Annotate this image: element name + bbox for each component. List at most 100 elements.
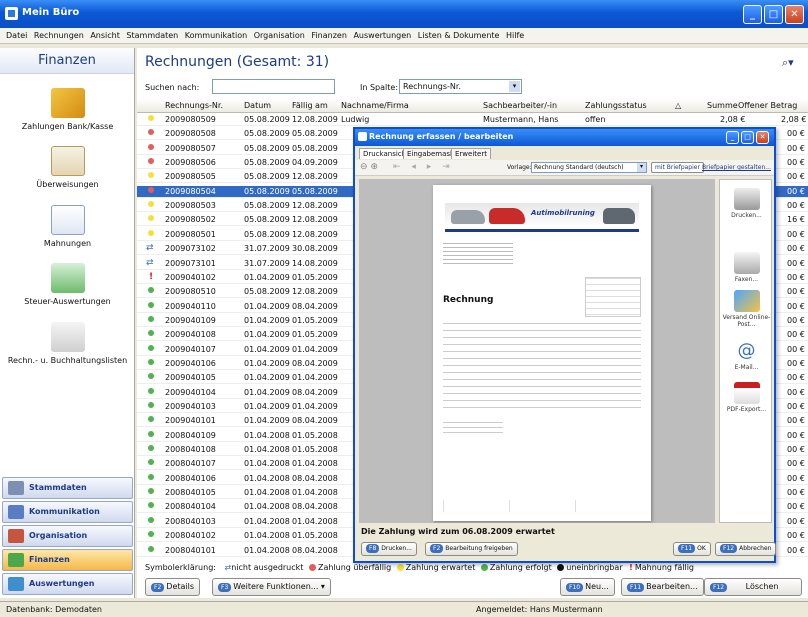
col-nr[interactable]: Rechnungs-Nr. [165, 101, 223, 110]
search-icon[interactable]: ⌕▾ [782, 56, 794, 70]
letterhead-design-link[interactable]: Briefpapier gestalten... [702, 164, 771, 171]
dialog-close-button[interactable]: ✕ [756, 131, 769, 144]
status-user: Angemeldet: Hans Mustermann [476, 605, 603, 614]
sidebar-title: Finanzen [0, 48, 134, 74]
menu-stammdaten[interactable]: Stammdaten [126, 31, 178, 40]
nav-organisation[interactable]: Organisation [2, 525, 133, 547]
cell-open: 00 € [787, 129, 805, 139]
nav-kommunikation[interactable]: Kommunikation [2, 501, 133, 523]
sidebar-item-zahlungen[interactable]: Zahlungen Bank/Kasse [0, 88, 135, 131]
more-functions-button[interactable]: F3 Weitere Funktionen... ▾ [212, 578, 331, 596]
column-select[interactable]: Rechnungs-Nr. ▾ [399, 79, 522, 94]
table-row[interactable]: 2009080509 05.08.2009 12.08.2009 Ludwig Must… [137, 114, 808, 126]
cancel-button[interactable]: F12 Abbrechen [715, 542, 777, 556]
reminder-warning-icon [50, 205, 85, 235]
dialog-minimize-button[interactable]: _ [726, 131, 739, 144]
cell-datum: 05.08.2009 [244, 158, 290, 168]
email-action[interactable]: @ E-Mail... [720, 340, 773, 371]
invoice-footer [443, 500, 641, 512]
fax-icon [733, 252, 760, 274]
fax-action[interactable]: Faxen... [720, 252, 773, 283]
cell-nr: 2008040103 [165, 516, 216, 526]
cell-open: 00 € [787, 445, 805, 455]
ok-button[interactable]: F11 OK [673, 542, 711, 556]
nav-auswertungen[interactable]: Auswertungen [2, 573, 133, 595]
cell-nr: 2009040104 [165, 387, 216, 397]
col-faellig[interactable]: Fällig am [292, 101, 328, 110]
cell-faellig: 08.04.2009 [292, 416, 338, 426]
reminder-due-icon: ! [149, 271, 154, 282]
cell-datum: 01.04.2009 [244, 272, 290, 282]
cell-datum: 01.04.2009 [244, 301, 290, 311]
menu-ansicht[interactable]: Ansicht [90, 31, 120, 40]
legend: Symbolerklärung: ⇄nicht ausgedruckt Zahl… [145, 563, 694, 572]
sidebar-item-ueberweisungen[interactable]: Überweisungen [0, 146, 135, 189]
cell-nr: 2009080507 [165, 143, 216, 153]
key-hint: F12 [720, 544, 738, 553]
reminder-due-icon: ! [629, 563, 633, 572]
sidebar-item-label: Zahlungen Bank/Kasse [21, 122, 114, 131]
sidebar-item-steuer[interactable]: Steuer-Auswertungen [0, 263, 135, 306]
cell-faellig: 08.04.2008 [292, 473, 338, 483]
delete-button[interactable]: F12 Löschen [704, 578, 802, 596]
menu-auswertungen[interactable]: Auswertungen [353, 31, 411, 40]
cell-datum: 05.08.2009 [244, 143, 290, 153]
payment-terms [443, 422, 503, 436]
cell-faellig: 01.04.2009 [292, 344, 338, 354]
search-input[interactable] [212, 79, 335, 94]
column-select-value: Rechnungs-Nr. [403, 82, 462, 91]
status-dot-icon [148, 158, 154, 165]
maximize-button[interactable]: □ [764, 5, 783, 24]
cell-open: 00 € [787, 258, 805, 268]
cell-datum: 05.08.2009 [244, 186, 290, 196]
col-datum[interactable]: Datum [244, 101, 271, 110]
release-edit-button[interactable]: F2 Bearbeitung freigeben [425, 542, 518, 556]
sidebar-item-mahnungen[interactable]: Mahnungen [0, 205, 135, 248]
nav-finanzen[interactable]: Finanzen [2, 549, 133, 571]
nav-stammdaten[interactable]: Stammdaten [2, 477, 133, 499]
col-status[interactable]: Zahlungsstatus [585, 101, 647, 110]
menu-organisation[interactable]: Organisation [254, 31, 305, 40]
new-button[interactable]: F10 Neu... [560, 578, 615, 596]
col-offen[interactable]: Offener Betrag [738, 101, 797, 110]
cell-nr: 2009040110 [165, 301, 216, 311]
menu-kommunikation[interactable]: Kommunikation [185, 31, 247, 40]
cell-faellig: 01.05.2009 [292, 330, 338, 340]
col-summe[interactable]: Summe [707, 101, 738, 110]
cell-datum: 01.04.2008 [244, 545, 290, 555]
cell-nr: 2009040105 [165, 373, 216, 383]
tab-erweitert[interactable]: Erweitert [451, 148, 491, 159]
cell-datum: 31.07.2009 [244, 244, 290, 254]
details-button[interactable]: F2 Details [145, 578, 201, 596]
template-select[interactable]: Rechnung Standard (deutsch) ▾ [531, 162, 647, 173]
legend-label: Symbolerklärung: [145, 563, 216, 572]
pdf-export-action[interactable]: PDF-Export... [720, 382, 773, 413]
sidebar-item-label: Steuer-Auswertungen [24, 297, 111, 306]
page-nav-icon[interactable]: ⇤ ◂ ▸ ⇥ [393, 162, 454, 172]
close-button[interactable]: ✕ [785, 5, 804, 24]
column-label: In Spalte: [360, 83, 399, 92]
dialog-maximize-button[interactable]: □ [741, 131, 754, 144]
menu-finanzen[interactable]: Finanzen [311, 31, 346, 40]
cell-faellig: 14.08.2009 [292, 258, 338, 268]
zoom-icon[interactable]: ⊖⊕ [360, 162, 381, 172]
cell-datum: 01.04.2009 [244, 315, 290, 325]
menu-rechnungen[interactable]: Rechnungen [34, 31, 84, 40]
print-button[interactable]: F8 Drucken... [361, 542, 417, 556]
online-post-action[interactable]: Versand Online-Post... [720, 290, 773, 328]
minimize-button[interactable]: _ [743, 5, 762, 24]
menu-listen[interactable]: Listen & Dokumente [418, 31, 500, 40]
edit-button[interactable]: F11 Bearbeiten... [621, 578, 704, 596]
col-name[interactable]: Nachname/Firma [341, 101, 409, 110]
cell-faellig: 04.09.2009 [292, 158, 338, 168]
col-agent[interactable]: Sachbearbeiter/-in [483, 101, 557, 110]
print-action[interactable]: Drucken... [720, 188, 773, 219]
letterhead-button[interactable]: mit Briefpapier [651, 162, 704, 173]
sidebar-item-listen[interactable]: Rechn.- u. Buchhaltungslisten [0, 322, 135, 365]
button-label: Neu... [585, 582, 609, 591]
cell-open: 00 € [787, 186, 805, 196]
cell-open: 16 € [787, 215, 805, 225]
menu-datei[interactable]: Datei [6, 31, 27, 40]
menu-hilfe[interactable]: Hilfe [506, 31, 524, 40]
cell-nr: 2009080502 [165, 215, 216, 225]
